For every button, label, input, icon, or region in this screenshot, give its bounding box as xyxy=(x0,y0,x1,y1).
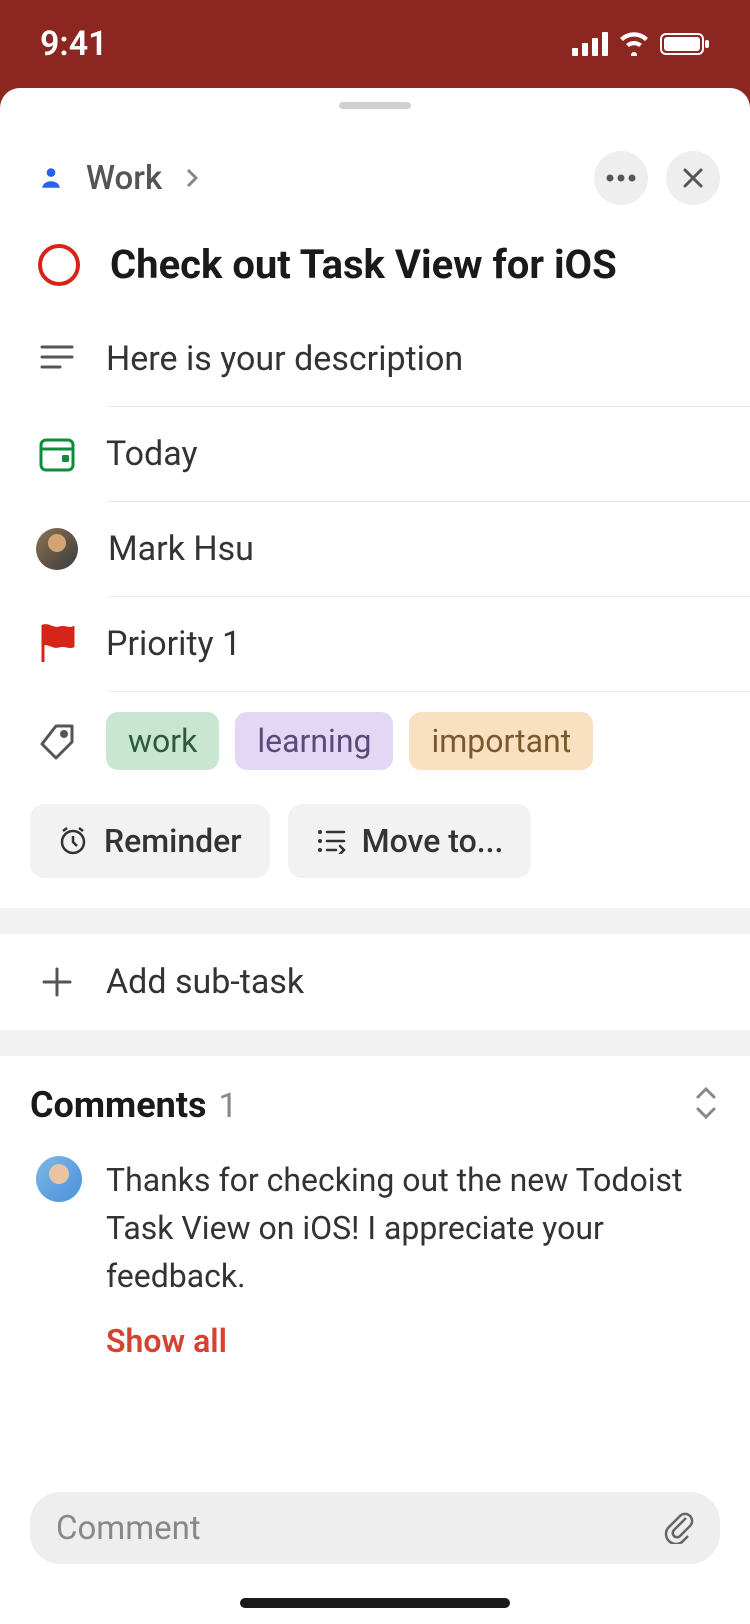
plus-icon xyxy=(38,963,76,1001)
tags-container: work learning important xyxy=(106,712,593,770)
comment-text: Thanks for checking out the new Todoist … xyxy=(106,1156,720,1300)
description-text: Here is your description xyxy=(106,339,463,379)
add-subtask-label: Add sub-task xyxy=(106,962,304,1002)
section-divider xyxy=(0,1030,750,1056)
move-button[interactable]: Move to... xyxy=(288,804,532,878)
home-indicator[interactable] xyxy=(240,1598,510,1608)
ellipsis-icon xyxy=(606,174,636,182)
reminder-icon xyxy=(58,826,88,856)
sheet-header: Work xyxy=(0,123,750,225)
breadcrumb-project: Work xyxy=(86,159,162,198)
more-options-button[interactable] xyxy=(594,151,648,205)
task-checkbox[interactable] xyxy=(38,244,80,286)
tag-icon xyxy=(38,722,76,760)
task-sheet: Work Check out Task View for iOS xyxy=(0,88,750,1624)
date-text: Today xyxy=(106,434,198,474)
description-icon xyxy=(38,340,76,378)
assignee-row[interactable]: Mark Hsu xyxy=(0,502,750,596)
chevron-right-icon xyxy=(184,166,200,190)
paperclip-icon xyxy=(662,1508,694,1544)
chevron-up-down-icon xyxy=(692,1085,720,1121)
comment-item: Thanks for checking out the new Todoist … xyxy=(30,1126,720,1360)
wifi-icon xyxy=(618,32,650,56)
status-icons xyxy=(572,32,710,56)
comments-header: Comments 1 xyxy=(30,1084,720,1126)
show-all-link[interactable]: Show all xyxy=(106,1322,227,1360)
comment-placeholder: Comment xyxy=(56,1509,662,1548)
status-time: 9:41 xyxy=(40,24,108,64)
close-icon xyxy=(681,166,705,190)
priority-row[interactable]: Priority 1 xyxy=(0,597,750,691)
tag-work[interactable]: work xyxy=(106,712,219,770)
person-icon xyxy=(38,165,64,191)
comments-count: 1 xyxy=(219,1086,238,1126)
task-title-row: Check out Task View for iOS xyxy=(0,225,750,312)
date-row[interactable]: Today xyxy=(0,407,750,501)
tag-learning[interactable]: learning xyxy=(235,712,393,770)
move-label: Move to... xyxy=(362,822,504,860)
calendar-icon xyxy=(38,435,76,473)
comments-section: Comments 1 Thanks for checking out the n… xyxy=(0,1056,750,1360)
assignee-avatar xyxy=(36,528,78,570)
status-bar: 9:41 xyxy=(0,0,750,88)
task-title[interactable]: Check out Task View for iOS xyxy=(110,241,617,288)
reminder-label: Reminder xyxy=(104,822,242,860)
cellular-icon xyxy=(572,32,608,56)
battery-icon xyxy=(660,32,710,56)
sheet-grabber[interactable] xyxy=(339,102,411,109)
tags-row[interactable]: work learning important xyxy=(0,692,750,790)
priority-text: Priority 1 xyxy=(106,624,241,664)
assignee-text: Mark Hsu xyxy=(108,529,254,569)
reminder-button[interactable]: Reminder xyxy=(30,804,270,878)
description-row[interactable]: Here is your description xyxy=(0,312,750,406)
close-button[interactable] xyxy=(666,151,720,205)
flag-icon xyxy=(38,625,76,663)
section-divider xyxy=(0,908,750,934)
attach-button[interactable] xyxy=(662,1508,694,1548)
sort-button[interactable] xyxy=(692,1085,720,1125)
tag-important[interactable]: important xyxy=(409,712,593,770)
comment-input[interactable]: Comment xyxy=(30,1492,720,1564)
breadcrumb[interactable]: Work xyxy=(38,159,576,198)
comments-title: Comments xyxy=(30,1084,207,1126)
move-icon xyxy=(316,828,346,854)
add-subtask-row[interactable]: Add sub-task xyxy=(0,934,750,1030)
comment-avatar xyxy=(36,1156,82,1202)
action-buttons: Reminder Move to... xyxy=(0,790,750,908)
